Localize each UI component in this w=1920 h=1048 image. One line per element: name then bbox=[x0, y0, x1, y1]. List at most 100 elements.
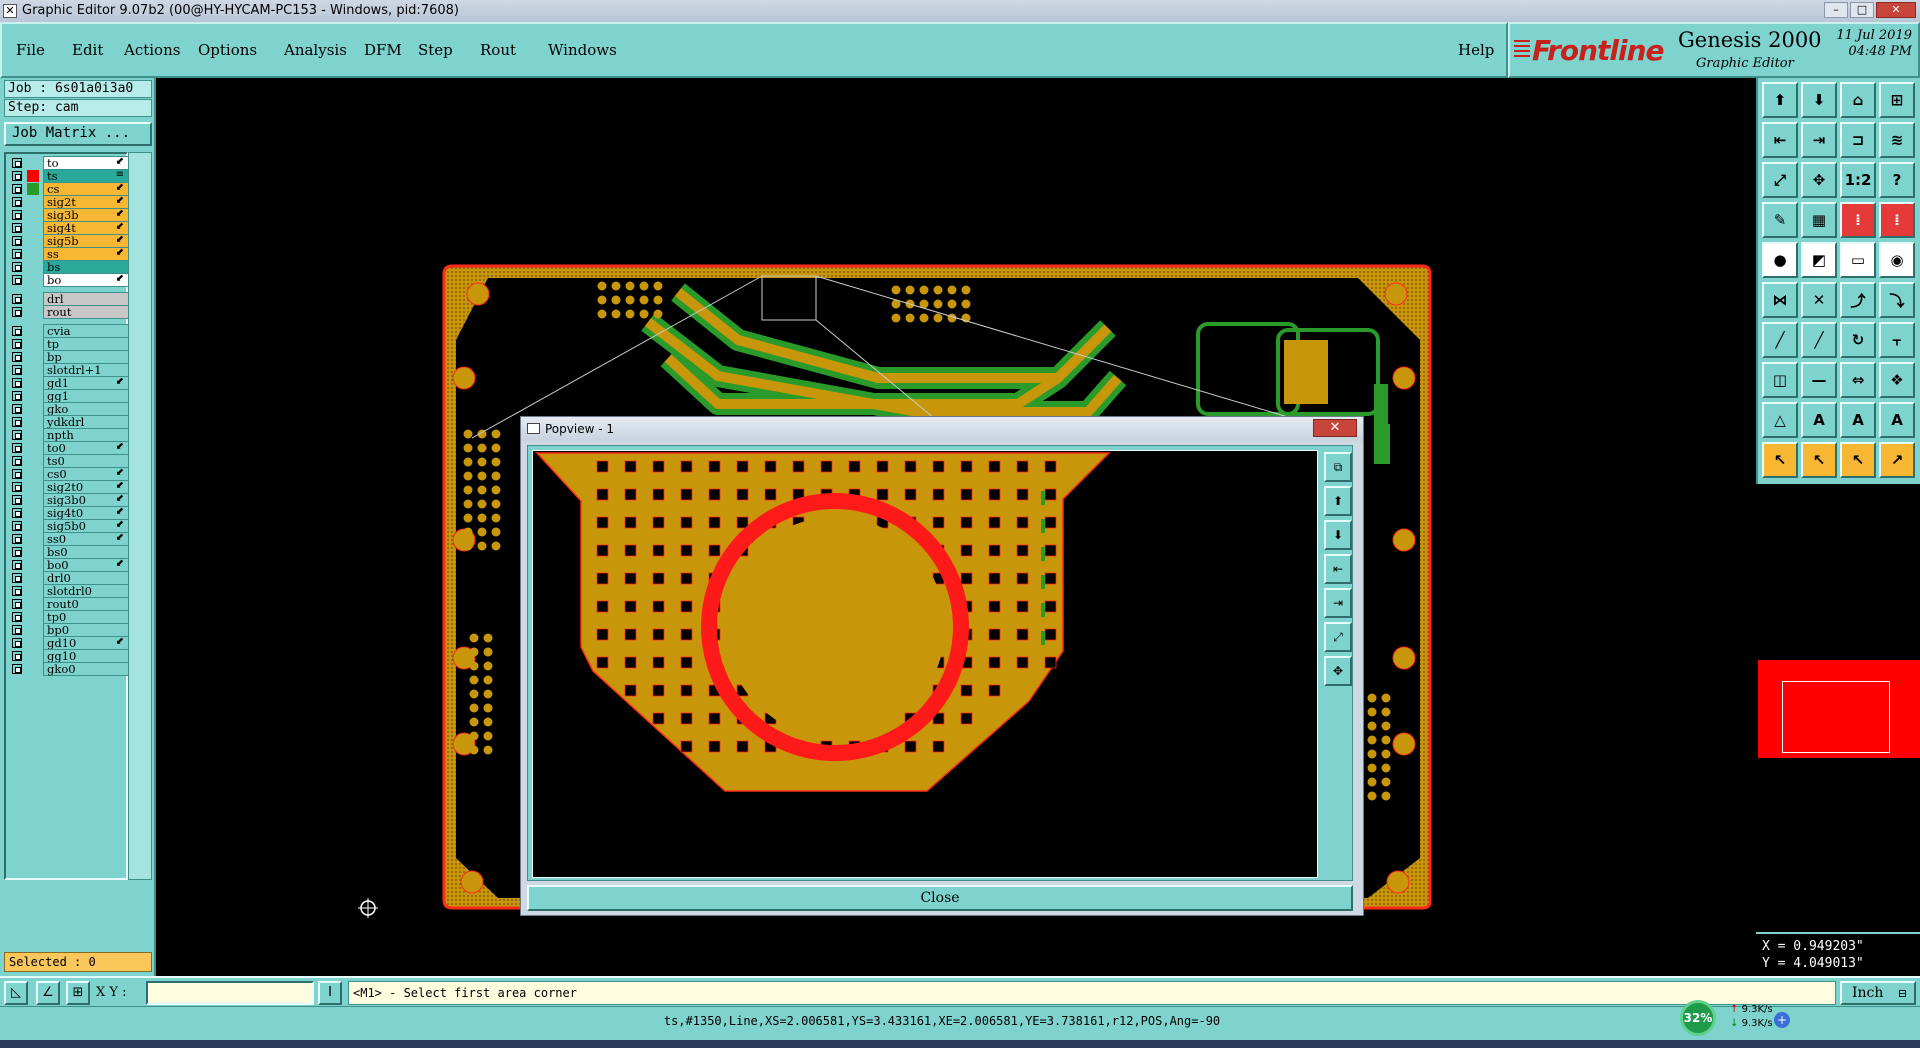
layer-row[interactable]: rout bbox=[8, 305, 130, 319]
layer-row[interactable]: sig2t ⬋ bbox=[8, 195, 130, 209]
layer-checkbox[interactable] bbox=[12, 236, 22, 246]
minimap-viewport[interactable] bbox=[1782, 681, 1890, 753]
popview-fit-icon[interactable]: ⧉ bbox=[1324, 452, 1352, 482]
popview-right-icon[interactable]: ⇥ bbox=[1324, 588, 1352, 618]
resize-icon[interactable]: ⇔ bbox=[1840, 362, 1876, 398]
pad-add-icon[interactable]: ◫ bbox=[1762, 362, 1798, 398]
pan-right-icon[interactable]: ⇥ bbox=[1801, 122, 1837, 158]
layer-row[interactable]: slotdrl+1 bbox=[8, 363, 130, 377]
layer-name[interactable]: gg1 bbox=[43, 389, 130, 403]
layer-checkbox[interactable] bbox=[12, 625, 22, 635]
layer-name[interactable]: rout0 bbox=[43, 597, 130, 611]
layer-row[interactable]: ts ≡ bbox=[8, 169, 130, 183]
redraw-icon[interactable]: ≋ bbox=[1879, 122, 1915, 158]
mirror-icon[interactable]: ⊐ bbox=[1840, 122, 1876, 158]
layer-checkbox[interactable] bbox=[12, 573, 22, 583]
grid-snap-icon[interactable]: ⊞ bbox=[66, 981, 90, 1005]
layer-name[interactable]: bs bbox=[43, 260, 130, 274]
layer-row[interactable]: ts0 bbox=[8, 454, 130, 468]
layer-row[interactable]: gd1 ⬋ bbox=[8, 376, 130, 390]
popview-titlebar[interactable]: Popview - 1 ✕ bbox=[521, 417, 1363, 441]
layer-name[interactable]: drl0 bbox=[43, 571, 130, 585]
layer-row[interactable]: bs bbox=[8, 260, 130, 274]
layer-checkbox[interactable] bbox=[12, 249, 22, 259]
measure-red-icon[interactable]: ⁞ bbox=[1840, 202, 1876, 238]
popview-zoom-icon[interactable]: ⤢ bbox=[1324, 622, 1352, 652]
layer-row[interactable]: slotdrl0 bbox=[8, 584, 130, 598]
layer-checkbox[interactable] bbox=[12, 294, 22, 304]
menu-windows[interactable]: Windows bbox=[548, 41, 617, 59]
layer-row[interactable]: gg1 bbox=[8, 389, 130, 403]
pointer2-icon[interactable]: ↖ bbox=[1801, 442, 1837, 478]
layer-row[interactable]: npth bbox=[8, 428, 130, 442]
pointer3-icon[interactable]: ↖ bbox=[1840, 442, 1876, 478]
layer-checkbox[interactable] bbox=[12, 223, 22, 233]
layer-checkbox[interactable] bbox=[12, 560, 22, 570]
layer-name[interactable]: ts0 bbox=[43, 454, 130, 468]
layer-row[interactable]: drl0 bbox=[8, 571, 130, 585]
job-matrix-button[interactable]: Job Matrix ... bbox=[4, 122, 152, 146]
scale-icon[interactable]: 1:2 bbox=[1840, 162, 1876, 198]
layer-checkbox[interactable] bbox=[12, 326, 22, 336]
node-icon[interactable]: ⋈ bbox=[1762, 282, 1798, 318]
zoom-fit-icon[interactable]: ⤢ bbox=[1762, 162, 1798, 198]
layer-checkbox[interactable] bbox=[12, 664, 22, 674]
layer-checkbox[interactable] bbox=[12, 612, 22, 622]
layer-checkbox[interactable] bbox=[12, 456, 22, 466]
layer-checkbox[interactable] bbox=[12, 469, 22, 479]
pan-left-icon[interactable]: ⇤ bbox=[1762, 122, 1798, 158]
grid-icon[interactable]: ▦ bbox=[1801, 202, 1837, 238]
menu-dfm[interactable]: DFM bbox=[364, 41, 402, 59]
layer-checkbox[interactable] bbox=[12, 599, 22, 609]
split-view-icon[interactable]: ⊞ bbox=[1879, 82, 1915, 118]
layer-row[interactable]: gko bbox=[8, 402, 130, 416]
text-cursor-icon[interactable]: I bbox=[318, 981, 342, 1005]
layer-name[interactable]: cvia bbox=[43, 324, 130, 338]
layer-list-scrollbar[interactable] bbox=[128, 152, 152, 880]
layer-checkbox[interactable] bbox=[12, 534, 22, 544]
layer-checkbox[interactable] bbox=[12, 443, 22, 453]
ruler-icon[interactable]: ▭ bbox=[1840, 242, 1876, 278]
layer-checkbox[interactable] bbox=[12, 404, 22, 414]
layer-name[interactable]: bp bbox=[43, 350, 130, 364]
maximize-button[interactable]: □ bbox=[1850, 2, 1874, 18]
snap-icon[interactable]: ✎ bbox=[1762, 202, 1798, 238]
layer-checkbox[interactable] bbox=[12, 638, 22, 648]
layer-name[interactable]: gko bbox=[43, 402, 130, 416]
layer-name[interactable]: drl bbox=[43, 292, 130, 306]
layer-checkbox[interactable] bbox=[12, 651, 22, 661]
layer-checkbox[interactable] bbox=[12, 378, 22, 388]
popview-zoomed-view[interactable] bbox=[533, 451, 1317, 877]
layer-name[interactable]: bs0 bbox=[43, 545, 130, 559]
connect2-icon[interactable]: ⤵ bbox=[1879, 282, 1915, 318]
layer-row[interactable]: bo ⬋ bbox=[8, 273, 130, 287]
layer-checkbox[interactable] bbox=[12, 586, 22, 596]
connect-icon[interactable]: ⤴ bbox=[1840, 282, 1876, 318]
draw-line-icon[interactable]: ╱ bbox=[1762, 322, 1798, 358]
layer-row[interactable]: sig5b ⬋ bbox=[8, 234, 130, 248]
popview-down-icon[interactable]: ⬇ bbox=[1324, 520, 1352, 550]
measure-red2-icon[interactable]: ⁞ bbox=[1879, 202, 1915, 238]
layer-row[interactable]: sig5b0 ⬋ bbox=[8, 519, 130, 533]
pattern-icon[interactable]: ❖ bbox=[1879, 362, 1915, 398]
layer-checkbox[interactable] bbox=[12, 262, 22, 272]
layer-row[interactable]: cs0 ⬋ bbox=[8, 467, 130, 481]
layer-row[interactable]: rout0 bbox=[8, 597, 130, 611]
layer-row[interactable]: to ⬋ bbox=[8, 156, 130, 170]
layer-checkbox[interactable] bbox=[12, 307, 22, 317]
minimize-button[interactable]: – bbox=[1824, 2, 1848, 18]
layer-row[interactable]: ss0 ⬋ bbox=[8, 532, 130, 546]
popview-center-icon[interactable]: ✥ bbox=[1324, 656, 1352, 686]
layer-row[interactable]: cvia bbox=[8, 324, 130, 338]
help-icon[interactable]: ? bbox=[1879, 162, 1915, 198]
layer-row[interactable]: gko0 bbox=[8, 662, 130, 676]
units-selector[interactable]: Inch ⊟ bbox=[1840, 981, 1916, 1005]
triangle4-icon[interactable]: A bbox=[1879, 402, 1915, 438]
layer-checkbox[interactable] bbox=[12, 197, 22, 207]
layer-name[interactable]: ydkdrl bbox=[43, 415, 130, 429]
layer-row[interactable]: ydkdrl bbox=[8, 415, 130, 429]
popview-left-icon[interactable]: ⇤ bbox=[1324, 554, 1352, 584]
layer-checkbox[interactable] bbox=[12, 275, 22, 285]
pad-icon[interactable]: ● bbox=[1762, 242, 1798, 278]
layer-checkbox[interactable] bbox=[12, 417, 22, 427]
